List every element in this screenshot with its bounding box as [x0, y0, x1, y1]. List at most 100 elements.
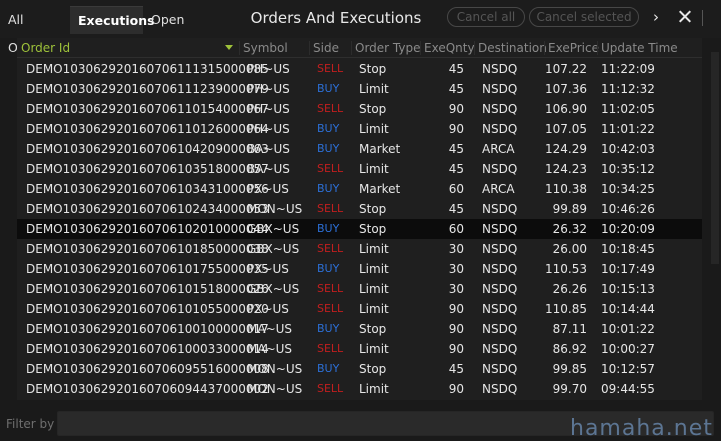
cell-order-type: Limit — [359, 242, 389, 256]
cell-order-type: Limit — [359, 122, 389, 136]
cell-destination: NSDQ — [482, 242, 518, 256]
cell-order-id: DEMO103062920160706110154000067 — [26, 102, 269, 116]
column-header-side[interactable]: Side — [309, 38, 339, 58]
cell-side: BUY — [317, 322, 340, 335]
cell-order-id: DEMO103062920160706095516000008 — [26, 362, 269, 376]
cell-destination: NSDQ — [482, 362, 518, 376]
table-row[interactable]: DEMO103062920160706104209000063 BA~US BUY M… — [17, 139, 702, 159]
cell-destination: NSDQ — [482, 382, 518, 396]
cell-order-type: Limit — [359, 262, 389, 276]
column-header-exe-price[interactable]: ExePrice — [544, 38, 599, 58]
column-header-destination[interactable]: Destination — [474, 38, 547, 58]
table-row[interactable]: DEMO103062920160706095516000008 MON~US BUY… — [17, 359, 702, 379]
title-bar: All Orders Executions Open Orders Orders… — [0, 0, 721, 55]
cell-destination: NSDQ — [482, 62, 518, 76]
table-row[interactable]: DEMO103062920160706100100000017 MA~US BUY S… — [17, 319, 702, 339]
cell-update-time: 10:14:44 — [601, 302, 655, 316]
cell-destination: NSDQ — [482, 202, 518, 216]
table-row[interactable]: DEMO103062920160706111239000079 PH~US BUY L… — [17, 79, 702, 99]
table-row[interactable]: DEMO103062920160706101755000035 PX~US BUY L… — [17, 259, 702, 279]
cell-exe-qnty: 45 — [448, 362, 464, 376]
cell-update-time: 09:44:55 — [601, 382, 655, 396]
cell-side: SELL — [317, 282, 344, 295]
cell-side: BUY — [317, 182, 340, 195]
chevron-right-icon[interactable]: › — [649, 7, 663, 27]
filter-label: Filter by — [6, 417, 55, 431]
cell-update-time: 10:01:22 — [601, 322, 655, 336]
cell-update-time: 10:00:27 — [601, 342, 655, 356]
cell-exe-qnty: 30 — [448, 262, 464, 276]
column-header-order-type[interactable]: Order Type — [351, 38, 420, 58]
tab-all-orders[interactable]: All Orders — [0, 6, 71, 55]
cell-destination: NSDQ — [482, 82, 518, 96]
cell-exe-qnty: 90 — [448, 322, 464, 336]
cell-exe-price: 124.29 — [545, 142, 587, 156]
table-row[interactable]: DEMO103062920160706110154000067 PH~US SELL… — [17, 99, 702, 119]
cell-side: SELL — [317, 302, 344, 315]
cell-update-time: 10:12:57 — [601, 362, 655, 376]
column-header-update-time[interactable]: Update Time — [597, 38, 678, 58]
cell-exe-qnty: 90 — [448, 102, 464, 116]
close-icon[interactable] — [676, 7, 694, 27]
cell-exe-price: 107.36 — [545, 82, 587, 96]
cancel-all-button[interactable]: Cancel all — [447, 7, 525, 27]
cell-update-time: 11:22:09 — [601, 62, 655, 76]
cell-side: BUY — [317, 82, 340, 95]
table-row[interactable]: DEMO103062920160706101518000026 GBX~US SEL… — [17, 279, 702, 299]
cell-exe-qnty: 90 — [448, 342, 464, 356]
cell-order-type: Limit — [359, 302, 389, 316]
cell-exe-qnty: 90 — [448, 122, 464, 136]
column-header-order-id[interactable]: Order Id — [17, 38, 70, 58]
table-row[interactable]: DEMO103062920160706110126000064 PH~US BUY L… — [17, 119, 702, 139]
cell-destination: ARCA — [482, 182, 515, 196]
cell-order-type: Limit — [359, 382, 389, 396]
table-row[interactable]: DEMO103062920160706100033000014 MA~US SELL… — [17, 339, 702, 359]
cell-symbol: MON~US — [247, 362, 303, 376]
cell-exe-qnty: 30 — [448, 242, 464, 256]
cell-symbol: PH~US — [247, 82, 290, 96]
cell-exe-price: 107.22 — [545, 62, 587, 76]
cell-order-id: DEMO103062920160706110126000064 — [26, 122, 269, 136]
table-row[interactable]: DEMO103062920160706103518000057 BA~US SELL… — [17, 159, 702, 179]
cell-destination: NSDQ — [482, 342, 518, 356]
cell-destination: NSDQ — [482, 102, 518, 116]
cell-symbol: PH~US — [247, 122, 290, 136]
table-row[interactable]: DEMO103062920160706102010000044 GBX~US BUY… — [17, 219, 702, 239]
cell-exe-qnty: 45 — [448, 202, 464, 216]
cell-order-id: DEMO103062920160706101755000035 — [26, 262, 269, 276]
cell-exe-price: 99.85 — [552, 362, 587, 376]
column-header-exe-qnty[interactable]: ExeQnty — [420, 38, 475, 58]
cancel-selected-button[interactable]: Cancel selected — [529, 7, 639, 27]
cell-symbol: GBX~US — [247, 242, 300, 256]
table-row[interactable]: DEMO103062920160706103431000056 PX~US BUY M… — [17, 179, 702, 199]
scrollbar[interactable] — [711, 52, 719, 264]
table-row[interactable]: DEMO103062920160706111315000085 PH~US SELL… — [17, 59, 702, 79]
column-header-symbol[interactable]: Symbol — [239, 38, 288, 58]
cell-exe-qnty: 60 — [448, 222, 464, 236]
table-row[interactable]: DEMO103062920160706101055000020 PX~US SELL… — [17, 299, 702, 319]
cell-side: SELL — [317, 202, 344, 215]
tab-open-orders[interactable]: Open Orders — [143, 6, 229, 55]
cell-order-type: Stop — [359, 322, 387, 336]
cell-destination: NSDQ — [482, 322, 518, 336]
table-row[interactable]: DEMO103062920160706094437000002 MON~US SEL… — [17, 379, 702, 399]
tab-executions[interactable]: Executions — [70, 6, 155, 34]
cell-order-id: DEMO103062920160706101055000020 — [26, 302, 269, 316]
cell-order-id: DEMO103062920160706100033000014 — [26, 342, 269, 356]
cell-side: SELL — [317, 242, 344, 255]
cell-side: BUY — [317, 362, 340, 375]
cell-order-id: DEMO103062920160706101850000038 — [26, 242, 269, 256]
cell-order-id: DEMO103062920160706100100000017 — [26, 322, 269, 336]
cell-order-type: Limit — [359, 82, 389, 96]
watermark: hamaha.net — [570, 416, 713, 441]
cell-symbol: PH~US — [247, 62, 290, 76]
table-row[interactable]: DEMO103062920160706101850000038 GBX~US SEL… — [17, 239, 702, 259]
cell-destination: NSDQ — [482, 302, 518, 316]
sort-descending-icon[interactable] — [225, 45, 233, 50]
cell-order-id: DEMO103062920160706104209000063 — [26, 142, 269, 156]
grid-header: Order Id Symbol Side Order Type ExeQnty … — [17, 38, 702, 58]
table-row[interactable]: DEMO103062920160706102434000053 MON~US SEL… — [17, 199, 702, 219]
cell-exe-price: 26.32 — [552, 222, 587, 236]
cell-exe-price: 110.38 — [545, 182, 587, 196]
cell-update-time: 10:34:25 — [601, 182, 655, 196]
